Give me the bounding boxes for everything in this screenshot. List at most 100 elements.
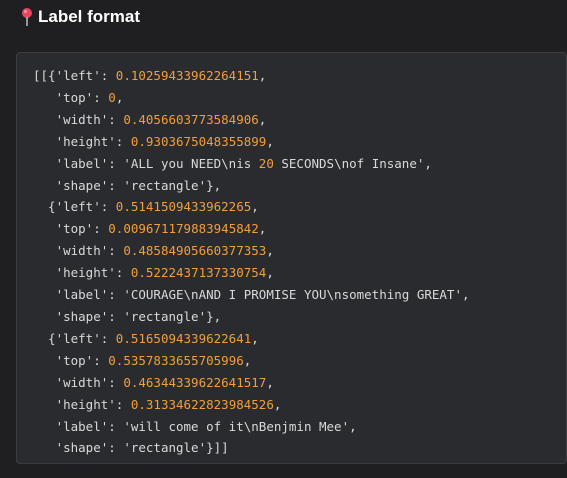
code-line: 'shape': 'rectangle'}]]	[33, 440, 229, 455]
code-string-token: 'label'	[55, 287, 109, 303]
code-punct-token: {	[33, 199, 56, 215]
code-punct-token: :	[100, 68, 116, 83]
code-punct-token: }]]	[206, 440, 229, 456]
code-punct-token: ,	[461, 287, 470, 303]
code-punct-token: :	[108, 308, 124, 324]
code-punct-token	[33, 265, 56, 280]
code-number-token: 0	[108, 89, 116, 105]
code-line: 'width': 0.48584905660377353,	[33, 243, 274, 258]
code-line: 'width': 0.4056603773584906,	[33, 111, 267, 127]
code-number-token: 0.48584905660377353	[123, 243, 267, 259]
code-number-token: 0.5141509433962265	[115, 199, 252, 215]
code-punct-token: ,	[115, 89, 124, 105]
code-string-token: 'will come of it\nBenjmin Mee'	[123, 418, 350, 434]
code-punct-token: ,	[266, 265, 274, 281]
code-punct-token: ,	[273, 396, 282, 412]
code-number-token: 0.5357833655705996	[108, 352, 244, 368]
code-punct-token: ,	[243, 352, 252, 368]
code-punct-token: ,	[258, 111, 267, 127]
code-punct-token	[33, 309, 56, 324]
code-string-token: 'height'	[55, 396, 116, 412]
code-punct-token: ,	[266, 133, 274, 149]
code-number-token: 0.5165094339622641	[115, 330, 252, 346]
code-punct-token: ,	[266, 243, 274, 259]
code-line: 'label': 'ALL you NEED\nis 20 SECONDS\no…	[33, 156, 432, 171]
code-string-token: 'width'	[55, 374, 109, 390]
code-string-token: 'rectangle'	[123, 440, 207, 456]
code-punct-token: :	[115, 265, 131, 281]
code-punct-token: :	[93, 221, 109, 237]
code-line: 'label': 'COURAGE\nAND I PROMISE YOU\nso…	[33, 287, 470, 302]
code-line: 'shape': 'rectangle'},	[33, 177, 222, 193]
code-string-token: 'label'	[55, 155, 109, 171]
code-string-token: 'rectangle'	[123, 308, 207, 324]
code-punct-token	[33, 156, 56, 171]
code-punct-token	[33, 112, 56, 127]
code-line: {'left': 0.5141509433962265,	[33, 199, 259, 214]
code-string-token: 'left'	[55, 68, 101, 83]
code-line: 'top': 0.009671179883945842,	[33, 221, 267, 237]
code-number-token: 0.5222437137330754	[130, 265, 267, 281]
code-punct-token: :	[93, 89, 109, 105]
code-number-token: 0.46344339622641517	[123, 374, 267, 390]
code-punct-token: :	[108, 287, 124, 303]
code-punct-token: ,	[258, 221, 267, 237]
code-string-token: 'height'	[55, 265, 116, 281]
code-number-token: 0.31334622823984526	[130, 396, 274, 412]
code-punct-token: ,	[266, 374, 274, 390]
code-string-token: 'shape'	[55, 177, 109, 193]
code-punct-token	[33, 221, 56, 236]
code-punct-token	[33, 134, 56, 149]
code-punct-token: :	[108, 440, 124, 456]
code-number-token: 0.10259433962264151	[115, 68, 259, 83]
code-line: 'height': 0.9303675048355899,	[33, 134, 274, 149]
code-punct-token	[33, 419, 56, 434]
code-punct-token	[33, 287, 56, 302]
code-string-token: 'ALL you NEED\nis	[123, 155, 259, 171]
code-number-token: 0.009671179883945842	[108, 221, 259, 237]
code-punct-token: {	[33, 330, 56, 346]
code-string-token: 'shape'	[55, 440, 109, 456]
code-punct-token	[33, 397, 56, 412]
code-punct-token	[33, 243, 56, 258]
code-punct-token: ,	[424, 155, 432, 171]
code-punct-token: :	[100, 199, 116, 215]
code-line: [[{'left': 0.10259433962264151,	[33, 68, 266, 83]
code-number-token: 0.9303675048355899	[130, 133, 267, 149]
code-punct-token: [[{	[33, 68, 56, 83]
code-punct-token	[33, 178, 56, 193]
code-punct-token: },	[206, 177, 222, 193]
code-string-token: 'rectangle'	[123, 177, 207, 193]
code-string-token: 'top'	[55, 352, 94, 368]
code-punct-token	[33, 375, 56, 390]
code-number-token: 0.4056603773584906	[123, 111, 259, 127]
code-punct-token: ,	[258, 68, 267, 83]
pushpin-icon	[20, 7, 34, 27]
code-line: 'top': 0,	[33, 89, 124, 105]
code-block[interactable]: [[{'left': 0.10259433962264151, 'top': 0…	[16, 52, 567, 464]
code-line: 'height': 0.5222437137330754,	[33, 265, 274, 280]
section-heading: Label format	[20, 5, 140, 29]
code-content: [[{'left': 0.10259433962264151, 'top': 0…	[17, 53, 566, 459]
code-punct-token	[33, 90, 56, 105]
code-punct-token: },	[206, 308, 222, 324]
code-punct-token: ,	[349, 418, 357, 434]
code-line: 'label': 'will come of it\nBenjmin Mee',	[33, 419, 357, 434]
code-punct-token: ,	[251, 330, 259, 346]
code-punct-token: :	[108, 155, 124, 171]
code-punct-token	[33, 353, 56, 368]
code-string-token: 'top'	[55, 221, 94, 237]
code-line: 'top': 0.5357833655705996,	[33, 352, 252, 368]
code-string-token: 'left'	[55, 199, 101, 215]
code-punct-token: :	[108, 243, 124, 259]
code-number-token: 20	[258, 155, 274, 171]
code-line: {'left': 0.5165094339622641,	[33, 331, 259, 346]
code-punct-token: :	[108, 418, 124, 434]
code-string-token: 'left'	[55, 330, 101, 346]
code-string-token: 'width'	[55, 243, 109, 259]
code-punct-token: :	[108, 374, 124, 390]
code-punct-token: :	[100, 330, 116, 346]
code-string-token: 'height'	[55, 133, 116, 149]
section-title: Label format	[38, 7, 141, 26]
code-string-token: SECONDS\nof Insane'	[273, 155, 425, 171]
